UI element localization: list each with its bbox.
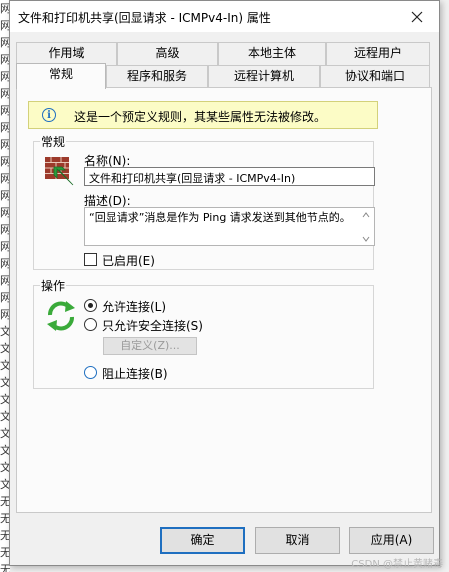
info-bar: i 这是一个预定义规则，其某些属性无法被修改。 [28,101,378,129]
close-button[interactable] [395,1,439,32]
customize-button[interactable]: 自定义(Z)... [103,337,197,355]
tab-remote-computers[interactable]: 远程计算机 [208,65,320,88]
allow-radio[interactable] [84,299,97,312]
tab-advanced[interactable]: 高级 [117,42,218,65]
title-bar: 文件和打印机共享(回显请求 - ICMPv4-In) 属性 [10,1,439,32]
properties-dialog: 文件和打印机共享(回显请求 - ICMPv4-In) 属性 作用域 高级 本地主… [9,0,440,566]
allow-secure-label: 只允许安全连接(S) [102,319,203,333]
description-field[interactable]: “回显请求”消息是作为 Ping 请求发送到其他节点的。 [84,207,375,246]
tab-local-principals[interactable]: 本地主体 [218,42,326,65]
description-text: “回显请求”消息是作为 Ping 请求发送到其他节点的。 [89,211,351,224]
action-group-label: 操作 [40,277,67,294]
block-label: 阻止连接(B) [102,367,168,381]
refresh-arrows-icon [47,301,75,331]
name-field[interactable]: 文件和打印机共享(回显请求 - ICMPv4-In) [84,167,375,186]
general-group: 常规 名称(N): 文件和打印机共享(回显请求 - ICMPv4-In) 描述(… [33,133,375,270]
info-text: 这是一个预定义规则，其某些属性无法被修改。 [74,110,327,124]
firewall-rule-icon [45,157,74,186]
tab-programs-services[interactable]: 程序和服务 [106,65,208,88]
watermark: CSDN @禁止黄赌毒 [351,559,443,570]
ok-button[interactable]: 确定 [160,527,245,554]
tab-strip: 作用域 高级 本地主体 远程用户 常规 程序和服务 远程计算机 协议和端口 [16,42,432,89]
scroll-arrows-icon[interactable] [360,210,372,244]
tab-protocols-ports[interactable]: 协议和端口 [320,65,430,88]
enabled-label: 已启用(E) [102,254,155,268]
close-icon [411,11,423,22]
apply-button[interactable]: 应用(A) [349,527,434,554]
tab-content-general: i 这是一个预定义规则，其某些属性无法被修改。 常规 名称(N): 文件和打印机… [16,87,432,513]
tab-scope[interactable]: 作用域 [16,42,117,65]
action-group: 操作 允许连接(L) 只允许安全连接(S) 自定义(Z)... 阻止连接(B) [33,277,374,389]
allow-label: 允许连接(L) [102,300,167,314]
tab-remote-users[interactable]: 远程用户 [326,42,430,65]
info-icon: i [42,108,56,122]
block-radio[interactable] [84,366,97,379]
general-group-label: 常规 [40,133,67,150]
cancel-button[interactable]: 取消 [255,527,340,554]
tab-general[interactable]: 常规 [16,63,106,89]
window-title: 文件和打印机共享(回显请求 - ICMPv4-In) 属性 [18,11,271,25]
allow-secure-radio[interactable] [84,318,97,331]
enabled-checkbox[interactable] [84,253,97,266]
